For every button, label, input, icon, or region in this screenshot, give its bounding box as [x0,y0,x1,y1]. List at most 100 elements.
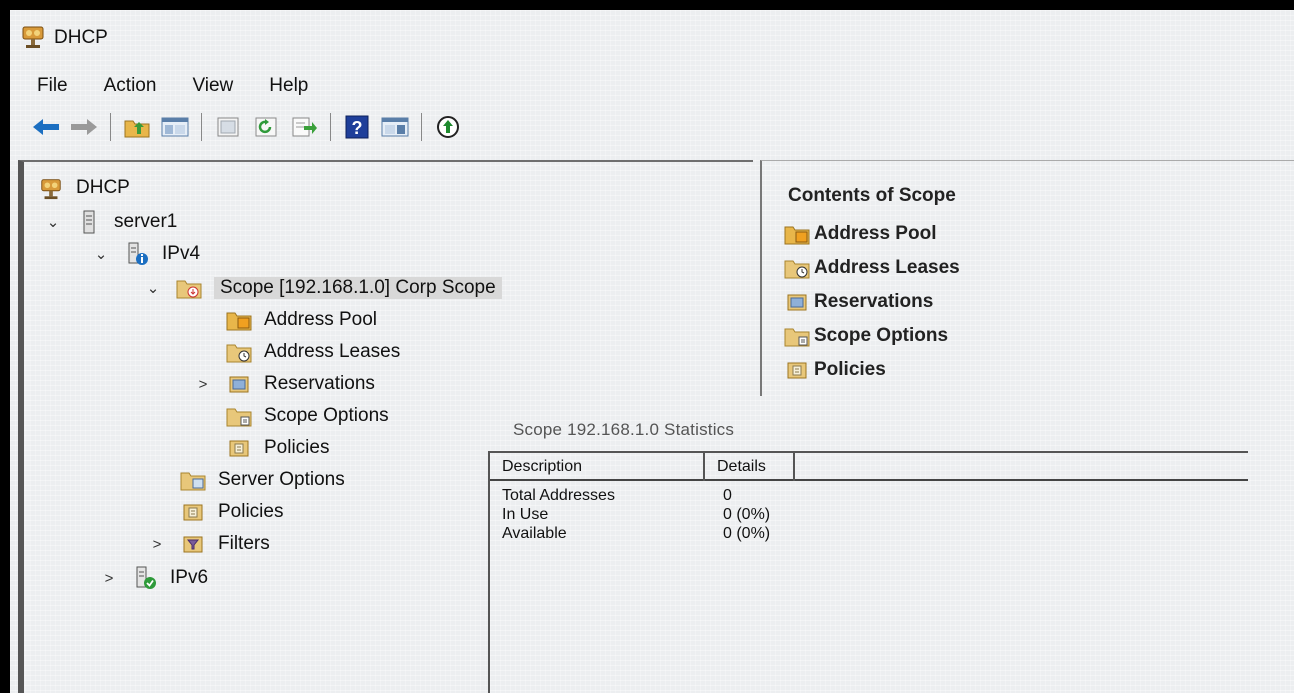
tree-item-scope[interactable]: ⌄ Scope [192.168.1.0] Corp Scope [144,272,502,304]
tree-item-dhcp[interactable]: DHCP [38,172,130,204]
tree-item-filters[interactable]: > Filters [148,528,270,560]
properties-icon [217,117,239,137]
table-row[interactable]: Total Addresses 0 [502,487,732,507]
tree-item-server1[interactable]: ⌄ server1 [44,206,177,238]
column-header-details[interactable]: Details [705,453,795,481]
ipv4-icon [124,242,150,266]
tree-label: Scope [192.168.1.0] Corp Scope [214,277,502,299]
chevron-down-icon[interactable]: ⌄ [44,213,62,231]
stats-label: Total Addresses [502,487,615,504]
back-button[interactable] [30,112,62,142]
contents-label: Address Pool [814,223,937,244]
contents-label: Address Leases [814,257,960,278]
title-bar: DHCP [10,10,1294,66]
contents-pane: Contents of Scope Address Pool Address L… [760,160,1294,396]
contents-title: Contents of Scope [788,185,956,206]
stats-label: In Use [502,506,549,523]
help-icon: ? [345,115,369,139]
table-row[interactable]: Available 0 (0%) [502,525,770,545]
show-action-pane-icon [381,117,409,137]
policies-icon [226,436,252,460]
menu-help[interactable]: Help [269,75,308,97]
export-list-button[interactable] [288,112,320,142]
server-icon [76,210,102,234]
activate-scope-button[interactable] [432,112,464,142]
tree-label: IPv6 [170,567,209,588]
stats-list: Description Details Total Addresses 0 In… [488,451,1248,693]
svg-text:?: ? [352,118,363,138]
show-hide-action-pane-button[interactable] [379,112,411,142]
chevron-right-icon[interactable]: > [194,376,212,393]
address-leases-icon [784,256,810,280]
refresh-button[interactable] [250,112,282,142]
up-folder-icon [124,120,150,138]
reservations-icon [226,372,252,396]
reservations-icon [784,290,810,314]
menu-file[interactable]: File [37,75,68,97]
contents-item-address-pool[interactable]: Address Pool [784,219,936,249]
ipv6-icon [132,566,158,590]
chevron-right-icon[interactable]: > [148,536,166,553]
toolbar-separator [110,113,111,141]
forward-icon [71,119,97,135]
menu-bar: File Action View Help [10,66,1294,106]
column-header-description[interactable]: Description [490,453,705,481]
policies-icon [784,358,810,382]
help-button[interactable]: ? [341,112,373,142]
stats-value: 0 (0%) [723,506,771,523]
tree-item-ipv6[interactable]: > IPv6 [100,562,208,594]
tree-item-address-leases[interactable]: Address Leases [226,336,400,368]
contents-item-address-leases[interactable]: Address Leases [784,253,960,283]
stats-value: 0 (0%) [723,525,771,542]
mmc-window: DHCP File Action View Help ? DHCP ⌄ serv… [10,10,1294,693]
tree-item-scope-options[interactable]: Scope Options [226,400,389,432]
tree-label: Address Leases [264,341,401,362]
menu-view[interactable]: View [192,75,233,97]
contents-label: Reservations [814,291,934,312]
tree-label: server1 [114,211,178,232]
tree-item-address-pool[interactable]: Address Pool [226,304,377,336]
tree-item-ipv4[interactable]: ⌄ IPv4 [92,238,200,270]
contents-item-reservations[interactable]: Reservations [784,287,933,317]
forward-button[interactable] [68,112,100,142]
tree-item-reservations[interactable]: > Reservations [194,368,375,400]
menu-action[interactable]: Action [104,75,157,97]
contents-label: Scope Options [814,325,949,346]
stats-title: Scope 192.168.1.0 Statistics [513,420,735,439]
server-options-icon [180,468,206,492]
refresh-icon [255,117,277,137]
back-icon [33,119,59,135]
filters-icon [180,532,206,556]
toolbar-separator [421,113,422,141]
tree-label: Scope Options [264,405,389,426]
scope-folder-icon [176,276,202,300]
chevron-right-icon[interactable]: > [100,570,118,587]
activate-icon [437,116,459,138]
tree-label: Reservations [264,373,375,394]
export-list-icon [292,117,317,137]
tree-item-scope-policies[interactable]: Policies [226,432,329,464]
dhcp-icon [38,176,64,200]
chevron-down-icon[interactable]: ⌄ [92,245,110,263]
tree-item-server-options[interactable]: Server Options [180,464,345,496]
stats-label: Available [502,525,567,542]
tree-label: Policies [218,501,284,522]
contents-item-policies[interactable]: Policies [784,355,886,385]
tree-item-policies[interactable]: Policies [180,496,283,528]
tree-label: Policies [264,437,330,458]
toolbar: ? [10,107,1294,147]
tree-label: IPv4 [162,243,201,264]
show-hide-console-tree-button[interactable] [159,112,191,142]
scope-options-icon [784,324,810,348]
address-leases-icon [226,340,252,364]
up-one-level-button[interactable] [121,112,153,142]
scope-options-icon [226,404,252,428]
properties-button[interactable] [212,112,244,142]
table-row[interactable]: In Use 0 (0%) [502,506,770,526]
tree-label: Server Options [218,469,345,490]
address-pool-icon [784,222,810,246]
tree-label: DHCP [76,177,130,198]
address-pool-icon [226,308,252,332]
chevron-down-icon[interactable]: ⌄ [144,279,162,297]
contents-item-scope-options[interactable]: Scope Options [784,321,948,351]
